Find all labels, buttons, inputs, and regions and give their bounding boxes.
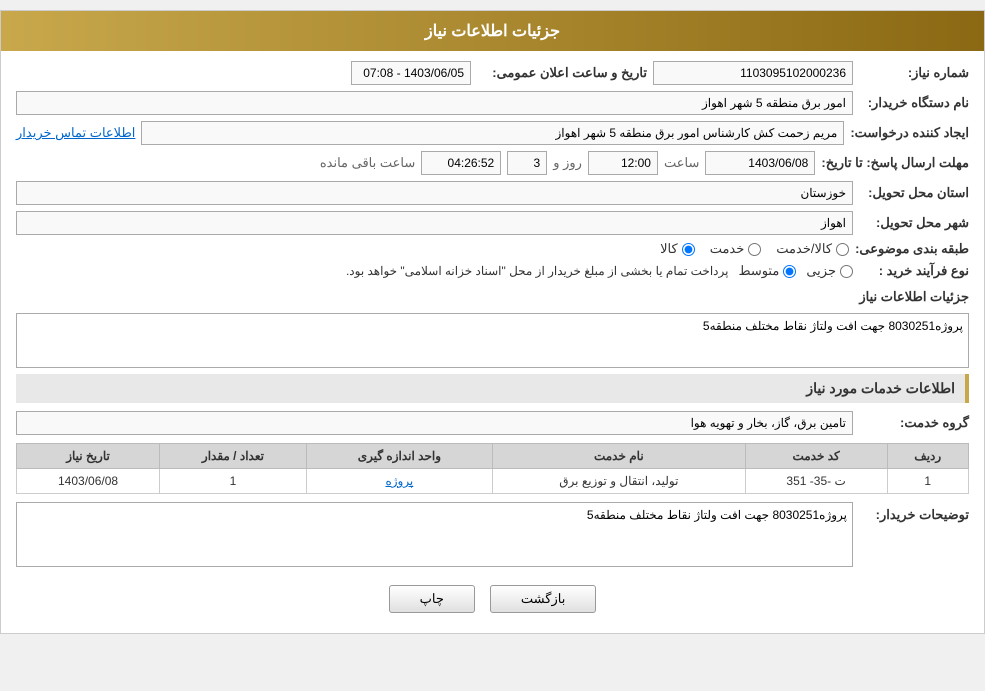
- table-row: 1 ت -35- 351 تولید، انتقال و توزیع برق پ…: [17, 469, 969, 494]
- table-header: ردیف کد خدمت نام خدمت واحد اندازه گیری ت…: [17, 444, 969, 469]
- requester-input: [141, 121, 844, 145]
- procurement-label-motawaset: متوسط: [738, 263, 779, 279]
- procurement-row: نوع فرآیند خرید : جزیی متوسط پرداخت تمام…: [16, 263, 969, 279]
- need-desc-section-title: جزئیات اطلاعات نیاز: [16, 285, 969, 309]
- col-header-row-num: ردیف: [887, 444, 969, 469]
- procurement-radio-jozi[interactable]: [840, 265, 853, 278]
- deadline-days-label: روز و: [553, 155, 582, 171]
- back-button[interactable]: بازگشت: [490, 585, 596, 613]
- need-number-input: [653, 61, 853, 85]
- col-header-date: تاریخ نیاز: [17, 444, 160, 469]
- city-input: [16, 211, 853, 235]
- announcement-date-input: [351, 61, 471, 85]
- buyer-org-label: نام دستگاه خریدار:: [859, 95, 969, 111]
- deadline-date-input: [705, 151, 815, 175]
- category-label-kala-khedmat: کالا/خدمت: [776, 241, 832, 257]
- services-table-section: ردیف کد خدمت نام خدمت واحد اندازه گیری ت…: [16, 443, 969, 494]
- category-label-kala: کالا: [660, 241, 678, 257]
- cell-service-name: تولید، انتقال و توزیع برق: [492, 469, 745, 494]
- col-header-quantity: تعداد / مقدار: [160, 444, 307, 469]
- category-option-kala-khedmat: کالا/خدمت: [776, 241, 849, 257]
- deadline-label: مهلت ارسال پاسخ: تا تاریخ:: [821, 155, 969, 171]
- category-radio-kala-khedmat[interactable]: [836, 243, 849, 256]
- cell-date: 1403/06/08: [17, 469, 160, 494]
- city-label: شهر محل تحویل:: [859, 215, 969, 231]
- deadline-row: مهلت ارسال پاسخ: تا تاریخ: ساعت روز و سا…: [16, 151, 969, 175]
- need-number-row: شماره نیاز: تاریخ و ساعت اعلان عمومی:: [16, 61, 969, 85]
- procurement-option-motawaset: متوسط: [738, 263, 796, 279]
- deadline-remaining-label: ساعت باقی مانده: [320, 155, 415, 171]
- deadline-remaining-input: [421, 151, 501, 175]
- procurement-radio-motawaset[interactable]: [783, 265, 796, 278]
- buyer-desc-wrapper: پروژه8030251 جهت افت ولتاژ نقاط مختلف من…: [16, 502, 853, 570]
- buyer-org-row: نام دستگاه خریدار:: [16, 91, 969, 115]
- announcement-date-label: تاریخ و ساعت اعلان عمومی:: [477, 65, 647, 81]
- services-table: ردیف کد خدمت نام خدمت واحد اندازه گیری ت…: [16, 443, 969, 494]
- need-desc-section: جزئیات اطلاعات نیاز پروژه8030251 جهت افت…: [16, 285, 969, 368]
- category-radio-group: کالا/خدمت خدمت کالا: [660, 241, 849, 257]
- buyer-desc-label: توضیحات خریدار:: [859, 502, 969, 523]
- procurement-note: پرداخت تمام یا بخشی از مبلغ خریدار از مح…: [346, 264, 729, 278]
- page-header: جزئیات اطلاعات نیاز: [1, 11, 984, 51]
- col-header-unit: واحد اندازه گیری: [306, 444, 492, 469]
- buyer-desc-row: توضیحات خریدار: پروژه8030251 جهت افت ولت…: [16, 502, 969, 570]
- button-row: بازگشت چاپ: [16, 585, 969, 613]
- province-input: [16, 181, 853, 205]
- deadline-days-input: [507, 151, 547, 175]
- buyer-desc-textarea[interactable]: پروژه8030251 جهت افت ولتاژ نقاط مختلف من…: [16, 502, 853, 567]
- cell-service-code: ت -35- 351: [745, 469, 887, 494]
- service-group-input: [16, 411, 853, 435]
- content-area: شماره نیاز: تاریخ و ساعت اعلان عمومی: نا…: [1, 51, 984, 633]
- procurement-options: جزیی متوسط پرداخت تمام یا بخشی از مبلغ خ…: [346, 263, 853, 279]
- category-option-kala: کالا: [660, 241, 695, 257]
- procurement-option-jozi: جزیی: [806, 263, 853, 279]
- table-body: 1 ت -35- 351 تولید، انتقال و توزیع برق پ…: [17, 469, 969, 494]
- cell-quantity: 1: [160, 469, 307, 494]
- category-radio-kala[interactable]: [682, 243, 695, 256]
- buyer-org-input: [16, 91, 853, 115]
- requester-label: ایجاد کننده درخواست:: [850, 125, 969, 141]
- col-header-service-code: کد خدمت: [745, 444, 887, 469]
- category-label: طبقه بندی موضوعی:: [855, 241, 969, 257]
- province-label: استان محل تحویل:: [859, 185, 969, 201]
- need-number-label: شماره نیاز:: [859, 65, 969, 81]
- deadline-time-input: [588, 151, 658, 175]
- need-desc-wrapper: پروژه8030251 جهت افت ولتاژ نقاط مختلف من…: [16, 313, 969, 368]
- page-title: جزئیات اطلاعات نیاز: [425, 23, 560, 40]
- category-radio-khedmat[interactable]: [748, 243, 761, 256]
- page-wrapper: جزئیات اطلاعات نیاز شماره نیاز: تاریخ و …: [0, 10, 985, 634]
- col-header-service-name: نام خدمت: [492, 444, 745, 469]
- service-group-row: گروه خدمت:: [16, 411, 969, 435]
- need-desc-textarea[interactable]: پروژه8030251 جهت افت ولتاژ نقاط مختلف من…: [16, 313, 969, 368]
- cell-unit[interactable]: پروژه: [306, 469, 492, 494]
- services-section-title: اطلاعات خدمات مورد نیاز: [16, 374, 969, 403]
- city-row: شهر محل تحویل:: [16, 211, 969, 235]
- category-row: طبقه بندی موضوعی: کالا/خدمت خدمت کالا: [16, 241, 969, 257]
- category-option-khedmat: خدمت: [710, 241, 762, 257]
- category-label-khedmat: خدمت: [710, 241, 745, 257]
- need-desc-row: پروژه8030251 جهت افت ولتاژ نقاط مختلف من…: [16, 313, 969, 368]
- deadline-time-label: ساعت: [664, 155, 699, 171]
- cell-row-num: 1: [887, 469, 969, 494]
- print-button[interactable]: چاپ: [389, 585, 475, 613]
- service-group-label: گروه خدمت:: [859, 415, 969, 431]
- procurement-label: نوع فرآیند خرید :: [859, 263, 969, 279]
- requester-row: ایجاد کننده درخواست: اطلاعات تماس خریدار: [16, 121, 969, 145]
- requester-contact-link[interactable]: اطلاعات تماس خریدار: [16, 125, 135, 141]
- province-row: استان محل تحویل:: [16, 181, 969, 205]
- procurement-label-jozi: جزیی: [806, 263, 836, 279]
